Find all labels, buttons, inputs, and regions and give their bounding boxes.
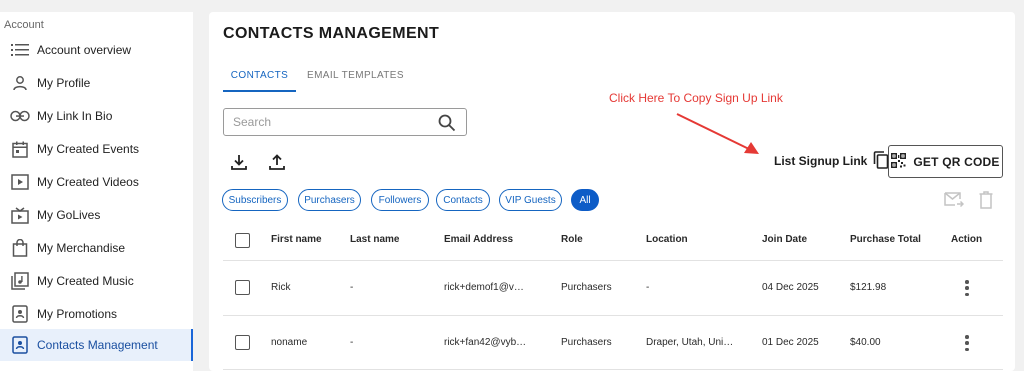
row-checkbox[interactable] (235, 335, 250, 350)
column-header[interactable]: First name (271, 234, 322, 245)
get-qr-code-button[interactable]: GET QR CODE (888, 145, 1003, 178)
column-header[interactable]: Purchase Total (850, 234, 921, 245)
tab-contacts[interactable]: CONTACTS (223, 70, 296, 92)
sidebar-item-my-profile[interactable]: My Profile (0, 67, 193, 99)
sidebar-item-my-link-in-bio[interactable]: My Link In Bio (0, 100, 193, 132)
sidebar-item-label: My Created Music (37, 274, 134, 288)
qr-button-label: GET QR CODE (913, 154, 1000, 169)
sidebar-item-label: My Profile (37, 76, 91, 90)
delete-icon[interactable] (979, 191, 993, 214)
sidebar-item-my-promotions[interactable]: My Promotions (0, 298, 193, 330)
sidebar-item-my-created-events[interactable]: My Created Events (0, 133, 193, 165)
more-actions-icon[interactable] (960, 278, 974, 298)
filter-chip-contacts[interactable]: Contacts (436, 189, 490, 211)
column-header[interactable]: Join Date (762, 234, 807, 245)
sidebar-item-account-overview[interactable]: Account overview (0, 34, 193, 66)
signup-link-label: List Signup Link (774, 154, 868, 168)
list-icon (10, 40, 30, 60)
sidebar-item-label: My Merchandise (37, 241, 126, 255)
download-icon[interactable] (229, 152, 249, 172)
cell-email: rick+demof1@v… (444, 282, 524, 293)
cell-last-name: - (350, 337, 354, 348)
sidebar-item-label: My GoLives (37, 208, 101, 222)
qr-code-icon (891, 152, 907, 171)
search-input[interactable] (224, 115, 424, 129)
page-title: CONTACTS MANAGEMENT (223, 25, 440, 42)
link-icon (10, 106, 30, 126)
calendar-icon (10, 139, 30, 159)
sidebar-item-label: Contacts Management (37, 338, 158, 352)
row-checkbox[interactable] (235, 280, 250, 295)
sidebar-item-my-created-music[interactable]: My Created Music (0, 265, 193, 297)
column-header: Action (951, 234, 983, 245)
cell-join-date: 01 Dec 2025 (762, 337, 819, 348)
sidebar: Account Account overview My Profile My L… (0, 12, 193, 371)
cell-location: Draper, Utah, Uni… (646, 337, 734, 348)
filter-chip-subscribers[interactable]: Subscribers (222, 189, 288, 211)
tv-icon (10, 205, 30, 225)
cell-first-name: Rick (271, 282, 291, 293)
cell-location: - (646, 282, 650, 293)
select-all-checkbox[interactable] (235, 233, 250, 248)
promotion-icon (10, 304, 30, 324)
annotation-text: Click Here To Copy Sign Up Link (609, 91, 783, 105)
annotation-arrow-icon (669, 109, 764, 164)
sidebar-item-label: My Created Events (37, 142, 140, 156)
sidebar-item-label: My Created Videos (37, 175, 139, 189)
tab-email-templates[interactable]: EMAIL TEMPLATES (307, 70, 404, 92)
contacts-icon (10, 335, 30, 355)
filter-chip-vip-guests[interactable]: VIP Guests (499, 189, 562, 211)
sidebar-item-label: My Link In Bio (37, 109, 113, 123)
sidebar-item-my-merchandise[interactable]: My Merchandise (0, 232, 193, 264)
sidebar-heading: Account (4, 19, 44, 31)
cell-purchase-total: $40.00 (850, 337, 881, 348)
cell-join-date: 04 Dec 2025 (762, 282, 819, 293)
filter-chip-purchasers[interactable]: Purchasers (298, 189, 361, 211)
upload-icon[interactable] (267, 152, 287, 172)
sidebar-item-my-golives[interactable]: My GoLives (0, 199, 193, 231)
send-email-icon[interactable] (944, 191, 965, 214)
sidebar-item-label: Account overview (37, 43, 132, 57)
divider (223, 369, 1003, 370)
bag-icon (10, 238, 30, 258)
divider (223, 315, 1003, 316)
cell-role: Purchasers (561, 282, 612, 293)
person-icon (10, 73, 30, 93)
cell-last-name: - (350, 282, 354, 293)
column-header[interactable]: Email Address (444, 234, 513, 245)
music-icon (10, 271, 30, 291)
copy-icon[interactable] (873, 150, 889, 172)
video-icon (10, 172, 30, 192)
more-actions-icon[interactable] (960, 333, 974, 353)
sidebar-item-label: My Promotions (37, 307, 118, 321)
divider (223, 260, 1003, 261)
sidebar-item-my-created-videos[interactable]: My Created Videos (0, 166, 193, 198)
cell-role: Purchasers (561, 337, 612, 348)
sidebar-item-contacts-management[interactable]: Contacts Management (0, 329, 193, 361)
column-header[interactable]: Location (646, 234, 688, 245)
column-header[interactable]: Role (561, 234, 583, 245)
search-icon[interactable] (438, 114, 456, 137)
column-header[interactable]: Last name (350, 234, 399, 245)
search-box (223, 108, 467, 136)
list-signup-link[interactable]: List Signup Link (774, 150, 889, 172)
filter-chip-all[interactable]: All (571, 189, 599, 211)
cell-purchase-total: $121.98 (850, 282, 887, 293)
filter-chip-followers[interactable]: Followers (371, 189, 429, 211)
main-panel: CONTACTS MANAGEMENT CONTACTS EMAIL TEMPL… (209, 12, 1015, 371)
cell-first-name: noname (271, 337, 308, 348)
cell-email: rick+fan42@vyb… (444, 337, 527, 348)
